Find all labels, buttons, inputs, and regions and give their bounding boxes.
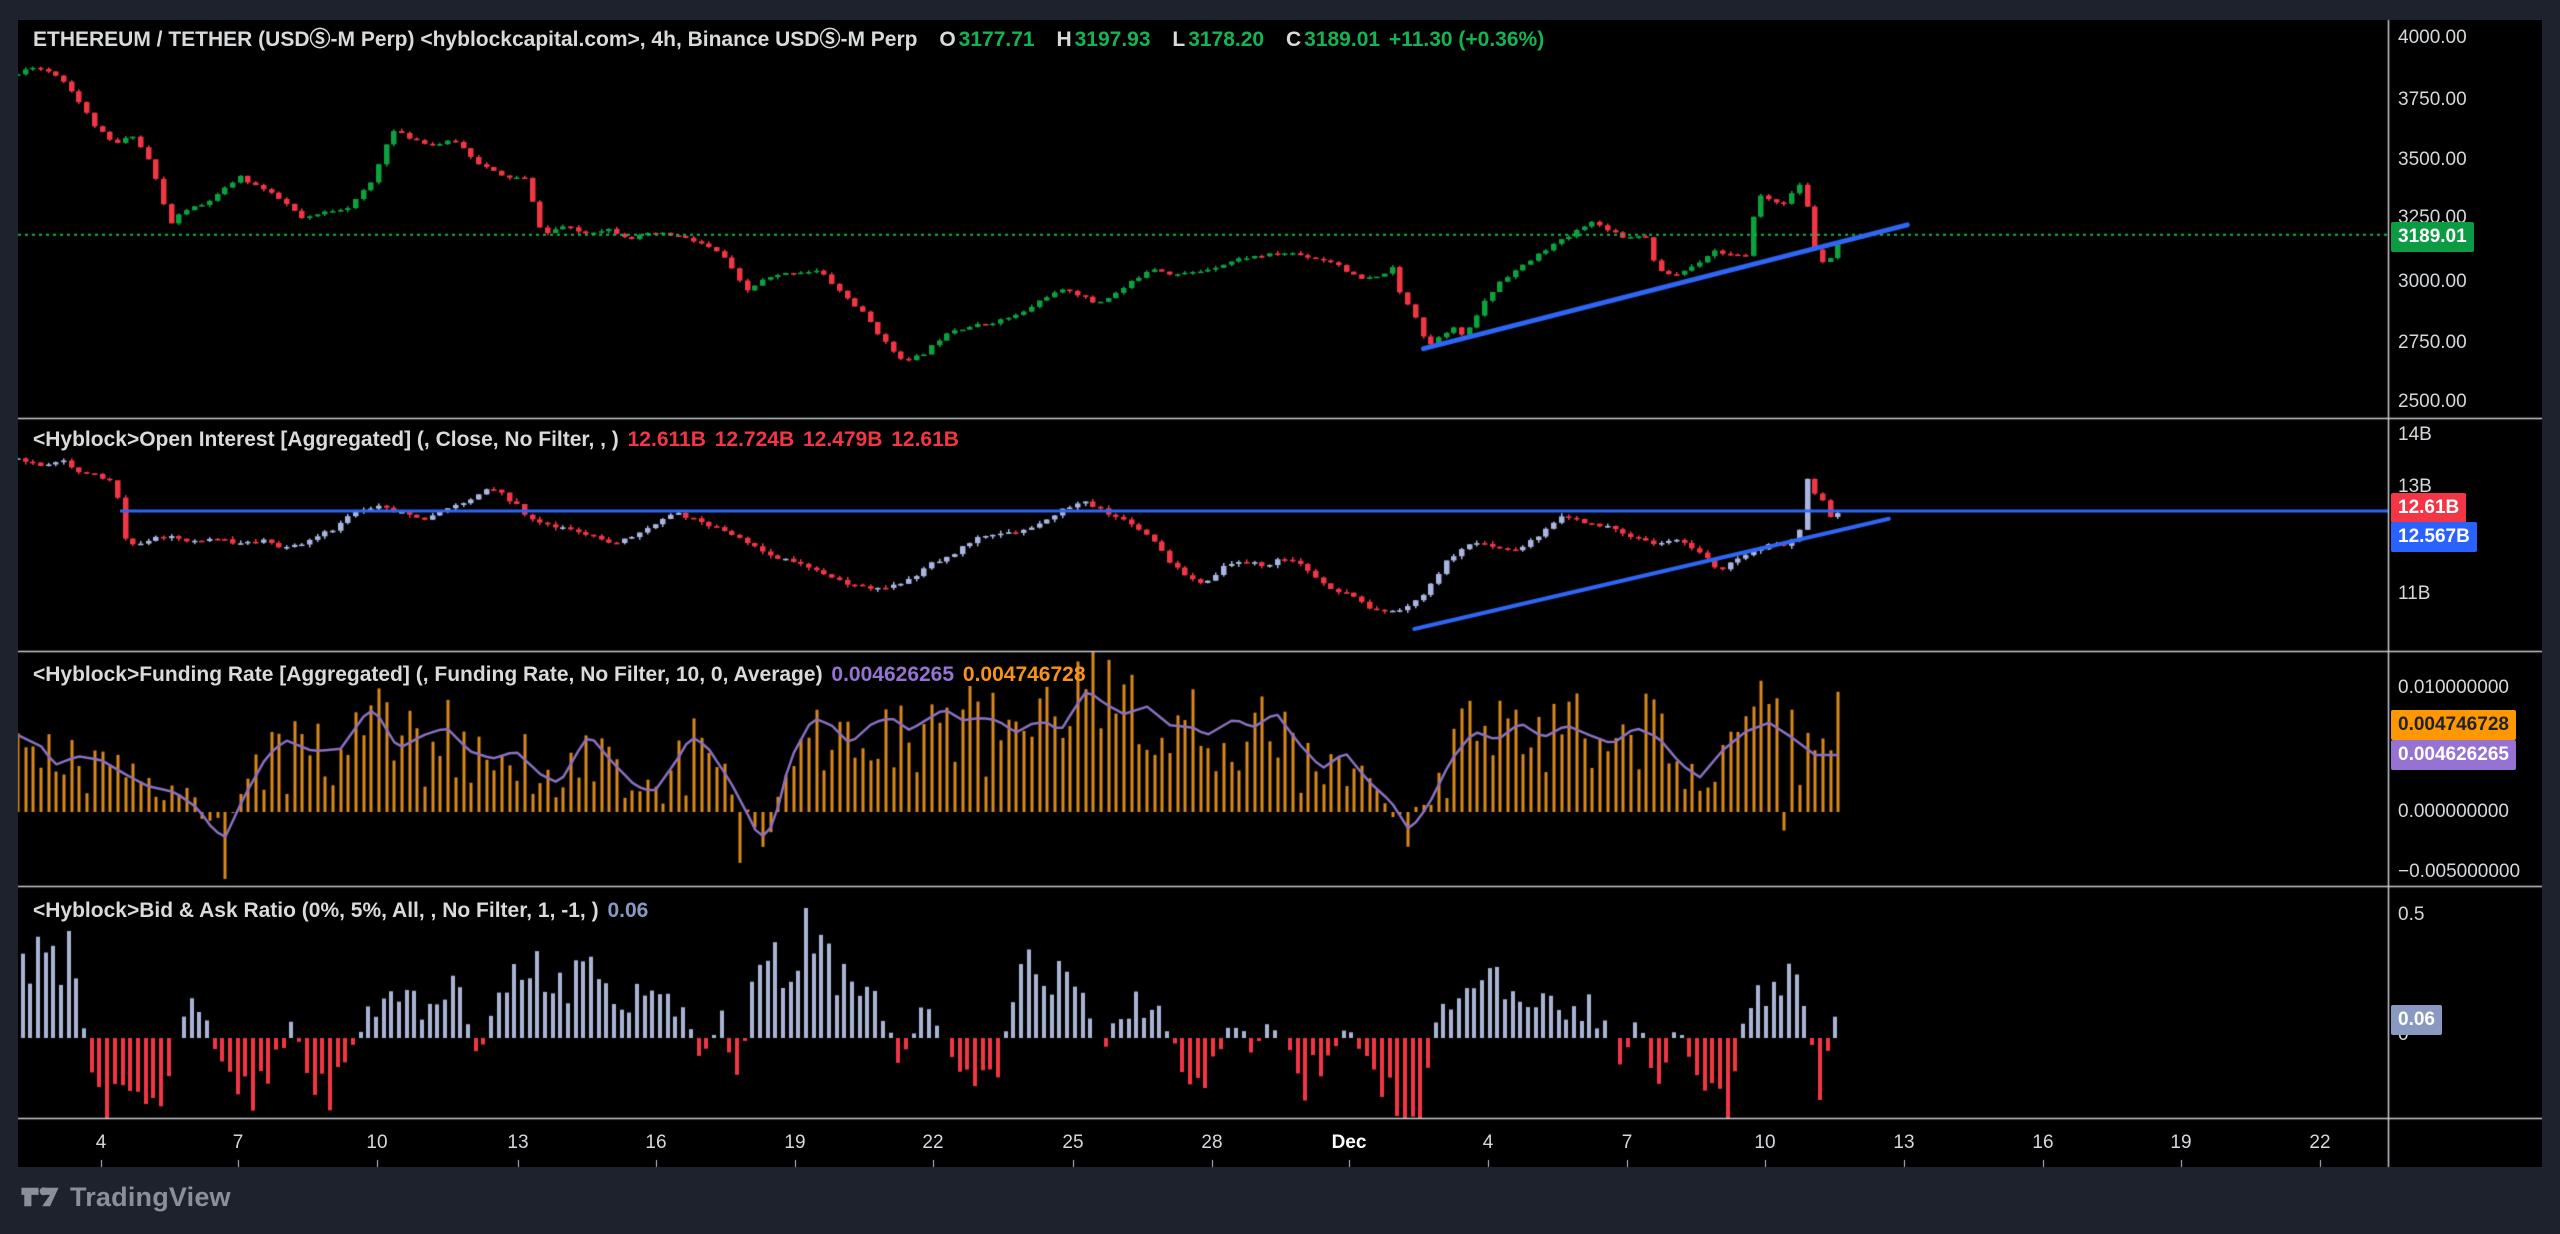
oi-open-value: 12.611B (628, 428, 706, 451)
bid-ask-last-badge: 0.06 (2391, 1005, 2442, 1035)
tradingview-chart-window: ETHEREUM / TETHER (USDⓈ-M Perp) <hyblock… (0, 0, 2560, 1234)
funding-average-value: 0.004626265 (831, 663, 954, 686)
high-value: 3197.93 (1075, 28, 1151, 51)
chart-canvas[interactable] (0, 0, 2560, 1234)
oi-line-value-badge: 12.567B (2391, 522, 2477, 552)
oi-high-value: 12.724B (715, 428, 794, 451)
main-symbol-legend[interactable]: ETHEREUM / TETHER (USDⓈ-M Perp) <hyblock… (33, 23, 1544, 53)
funding-average-badge: 0.004626265 (2391, 740, 2516, 770)
open-interest-legend[interactable]: <Hyblock>Open Interest [Aggregated] (, C… (33, 428, 959, 452)
bid-ask-ratio-title: <Hyblock>Bid & Ask Ratio (0%, 5%, All, ,… (33, 899, 599, 922)
low-value: 3178.20 (1188, 28, 1264, 51)
funding-last-badge: 0.004746728 (2391, 710, 2516, 740)
oi-last-value-badge: 12.61B (2391, 493, 2466, 523)
tradingview-logo-icon (20, 1180, 60, 1214)
open-label: O (939, 28, 955, 51)
oi-low-value: 12.479B (803, 428, 882, 451)
open-value: 3177.71 (959, 28, 1035, 51)
last-price-badge: 3189.01 (2391, 222, 2474, 252)
tradingview-logo[interactable]: TradingView (20, 1180, 231, 1214)
low-label: L (1172, 28, 1185, 51)
funding-rate-title: <Hyblock>Funding Rate [Aggregated] (, Fu… (33, 663, 823, 686)
open-interest-title: <Hyblock>Open Interest [Aggregated] (, C… (33, 428, 619, 451)
close-value: 3189.01 (1304, 28, 1380, 51)
close-label: C (1286, 28, 1301, 51)
oi-close-value: 12.61B (891, 428, 959, 451)
symbol-title: ETHEREUM / TETHER (USDⓈ-M Perp) <hyblock… (33, 28, 917, 51)
time-scale[interactable] (18, 1119, 2389, 1167)
tradingview-logo-text: TradingView (70, 1182, 231, 1213)
funding-last-value: 0.004746728 (963, 663, 1086, 686)
bid-ask-ratio-legend[interactable]: <Hyblock>Bid & Ask Ratio (0%, 5%, All, ,… (33, 899, 648, 923)
price-scale[interactable] (2389, 20, 2542, 1118)
high-label: H (1056, 28, 1071, 51)
funding-rate-legend[interactable]: <Hyblock>Funding Rate [Aggregated] (, Fu… (33, 663, 1086, 687)
change-value: +11.30 (+0.36%) (1389, 28, 1544, 51)
bid-ask-last-value: 0.06 (607, 899, 648, 922)
